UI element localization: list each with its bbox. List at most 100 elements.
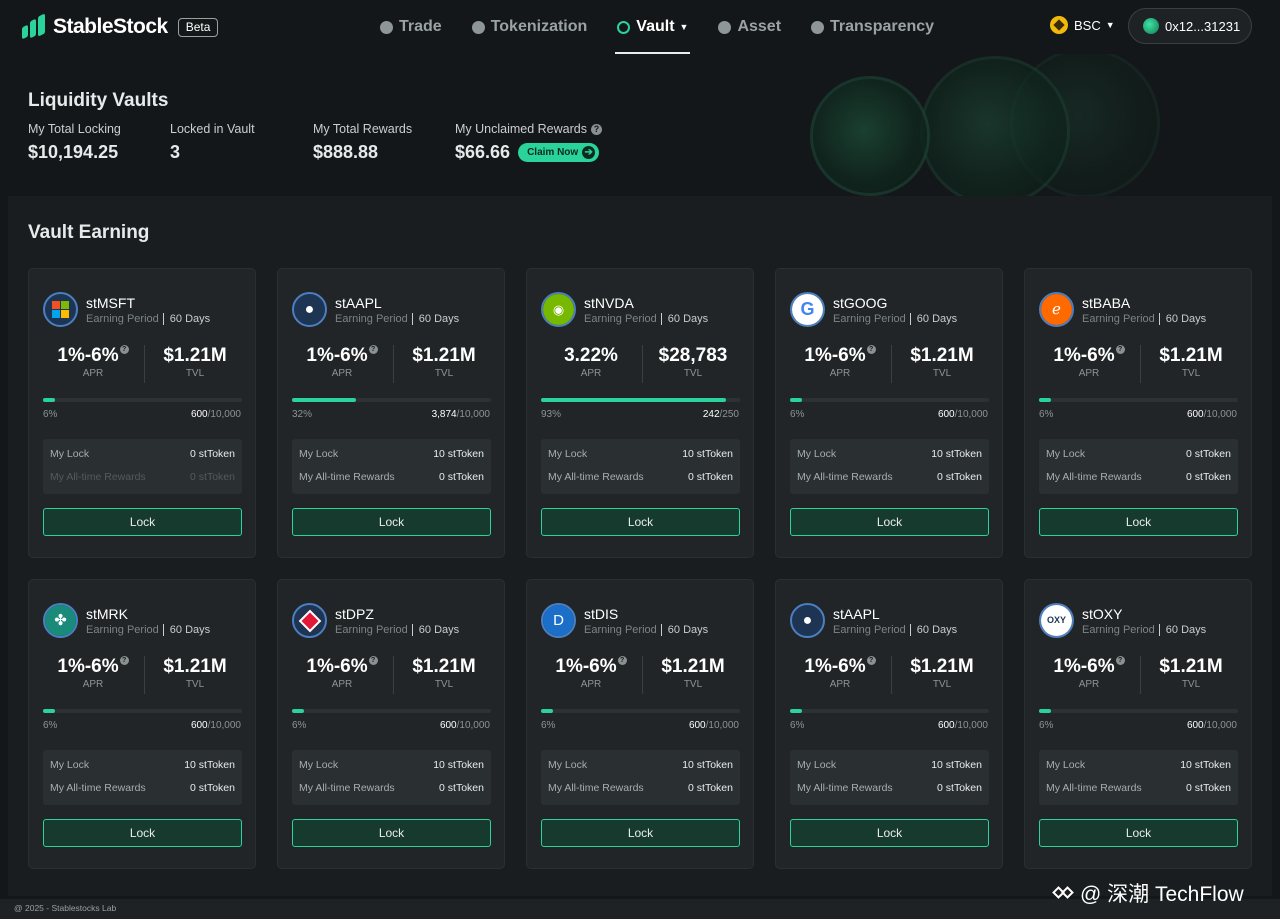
my-position-box: My Lock 10 stToken My All-time Rewards 0 st… bbox=[292, 439, 491, 494]
tvl-label: TVL bbox=[1181, 368, 1201, 379]
apr-block: 1%-6%? APR bbox=[43, 345, 143, 379]
help-icon[interactable]: ? bbox=[119, 656, 129, 665]
wallet-button[interactable]: 0x12...31231 bbox=[1128, 8, 1252, 44]
my-lock-value: 10 stToken bbox=[682, 759, 733, 771]
apr-value: 1%-6%? bbox=[790, 345, 890, 367]
rewards-value: 0 stToken bbox=[688, 782, 733, 794]
progress-fill bbox=[43, 709, 55, 713]
lock-button[interactable]: Lock bbox=[43, 508, 242, 536]
trade-icon bbox=[380, 20, 393, 34]
tvl-value: $28,783 bbox=[658, 345, 728, 366]
chain-label: BSC bbox=[1074, 17, 1101, 33]
nav-vault[interactable]: Vault ▼ bbox=[615, 0, 691, 54]
earning-period-label: Earning Period bbox=[86, 312, 159, 325]
help-icon[interactable]: ? bbox=[119, 345, 129, 354]
rewards-label: My All-time Rewards bbox=[50, 782, 146, 794]
rewards-label: My All-time Rewards bbox=[548, 782, 644, 794]
progress-fill bbox=[292, 398, 356, 402]
nav-label: Transparency bbox=[830, 18, 935, 35]
rewards-label: My All-time Rewards bbox=[1046, 782, 1142, 794]
my-lock-value: 10 stToken bbox=[184, 759, 235, 771]
techflow-logo-icon bbox=[1052, 881, 1076, 905]
apr-label: APR bbox=[82, 679, 104, 690]
lock-button[interactable]: Lock bbox=[790, 508, 989, 536]
stat-locked-in-vault: Locked in Vault 3 bbox=[170, 122, 255, 163]
progress-percent: 93% bbox=[541, 409, 562, 420]
chain-selector[interactable]: BSC ▼ bbox=[1050, 16, 1115, 34]
tvl-block: $1.21M TVL bbox=[145, 345, 245, 379]
apr-label: APR bbox=[331, 368, 353, 379]
brand-logo[interactable]: StableStock Beta bbox=[22, 13, 219, 40]
apple-logo: ● bbox=[790, 603, 825, 638]
vault-header: ℯ stBABA Earning Period 60 Days bbox=[1039, 292, 1207, 327]
vault-card: ℯ stBABA Earning Period 60 Days 1%-6%? APR $1.… bbox=[1024, 268, 1252, 558]
capacity-count: 242/250 bbox=[703, 409, 739, 420]
vault-header: ● stAAPL Earning Period 60 Days bbox=[790, 603, 958, 638]
lock-button[interactable]: Lock bbox=[1039, 819, 1238, 847]
apr-text: 1%-6% bbox=[306, 656, 368, 677]
lock-button[interactable]: Lock bbox=[1039, 508, 1238, 536]
lock-button[interactable]: Lock bbox=[43, 819, 242, 847]
vault-icon bbox=[617, 20, 631, 34]
rewards-label: My All-time Rewards bbox=[299, 782, 395, 794]
vault-name-block: stMRK Earning Period 60 Days bbox=[86, 606, 211, 636]
tvl-block: $28,783 TVL bbox=[643, 345, 743, 379]
apr-label: APR bbox=[580, 679, 602, 690]
nav-tokenization[interactable]: Tokenization bbox=[470, 0, 590, 54]
progress-percent: 32% bbox=[292, 409, 313, 420]
lock-button[interactable]: Lock bbox=[541, 819, 740, 847]
apr-label: APR bbox=[580, 368, 602, 379]
stat-value: $10,194.25 bbox=[28, 142, 119, 162]
my-position-box: My Lock 10 stToken My All-time Rewards 0 st… bbox=[43, 750, 242, 805]
apr-text: 1%-6% bbox=[1053, 656, 1115, 677]
progress-fill bbox=[790, 398, 802, 402]
watermark-text: @ 深潮 TechFlow bbox=[1080, 883, 1244, 906]
apr-block: 1%-6%? APR bbox=[43, 656, 143, 690]
coins-illustration bbox=[800, 54, 1200, 196]
vault-card: ◉ stNVDA Earning Period 60 Days 3.22% APR $28,… bbox=[526, 268, 754, 558]
help-icon[interactable]: ? bbox=[866, 345, 876, 354]
my-lock-label: My Lock bbox=[299, 448, 339, 460]
watermark: @ 深潮 TechFlow bbox=[1052, 878, 1244, 908]
help-icon[interactable]: ? bbox=[368, 656, 378, 665]
alibaba-logo: ℯ bbox=[1039, 292, 1074, 327]
nav-trade[interactable]: Trade bbox=[378, 0, 444, 54]
capacity-total: /10,000 bbox=[1203, 409, 1237, 420]
tvl-label: TVL bbox=[185, 679, 205, 690]
my-lock-label: My Lock bbox=[50, 448, 90, 460]
help-icon[interactable]: ? bbox=[368, 345, 378, 354]
chevron-down-icon: ▼ bbox=[679, 22, 689, 32]
apr-label: APR bbox=[1078, 368, 1100, 379]
help-icon[interactable]: ? bbox=[866, 656, 876, 665]
help-icon[interactable]: ? bbox=[1115, 656, 1125, 665]
lock-button[interactable]: Lock bbox=[292, 819, 491, 847]
claim-now-button[interactable]: Claim Now ➔ bbox=[518, 143, 600, 162]
apr-label: APR bbox=[829, 679, 851, 690]
lock-button[interactable]: Lock bbox=[292, 508, 491, 536]
help-icon[interactable]: ? bbox=[617, 656, 627, 665]
help-icon[interactable]: ? bbox=[1115, 345, 1125, 354]
rewards-label: My All-time Rewards bbox=[50, 471, 146, 483]
nav-transparency[interactable]: Transparency bbox=[809, 0, 936, 54]
help-icon[interactable]: ? bbox=[590, 124, 602, 136]
vault-card: stMSFT Earning Period 60 Days 1%-6%? APR $1.2… bbox=[28, 268, 256, 558]
beta-badge: Beta bbox=[177, 17, 219, 37]
vault-header: DstDIS Earning Period 60 Days bbox=[541, 603, 709, 638]
nav-asset[interactable]: Asset bbox=[716, 0, 783, 54]
earning-period-value: 60 Days bbox=[1158, 312, 1207, 325]
capacity-count: 600/10,000 bbox=[1187, 409, 1237, 420]
vault-symbol: stDPZ bbox=[335, 605, 374, 622]
capacity-progress-bar bbox=[292, 709, 491, 713]
vault-symbol: stMSFT bbox=[86, 294, 135, 311]
vault-symbol: stGOOG bbox=[833, 294, 888, 311]
capacity-filled: 600 bbox=[937, 409, 955, 420]
lock-button[interactable]: Lock bbox=[790, 819, 989, 847]
my-lock-value: 10 stToken bbox=[433, 448, 484, 460]
apr-label: APR bbox=[82, 368, 104, 379]
lock-button[interactable]: Lock bbox=[541, 508, 740, 536]
capacity-progress-bar bbox=[43, 398, 242, 402]
progress-percent: 6% bbox=[43, 409, 58, 420]
rewards-value: 0 stToken bbox=[190, 782, 235, 794]
progress-percent: 6% bbox=[790, 409, 805, 420]
my-lock-label: My Lock bbox=[1046, 448, 1086, 460]
